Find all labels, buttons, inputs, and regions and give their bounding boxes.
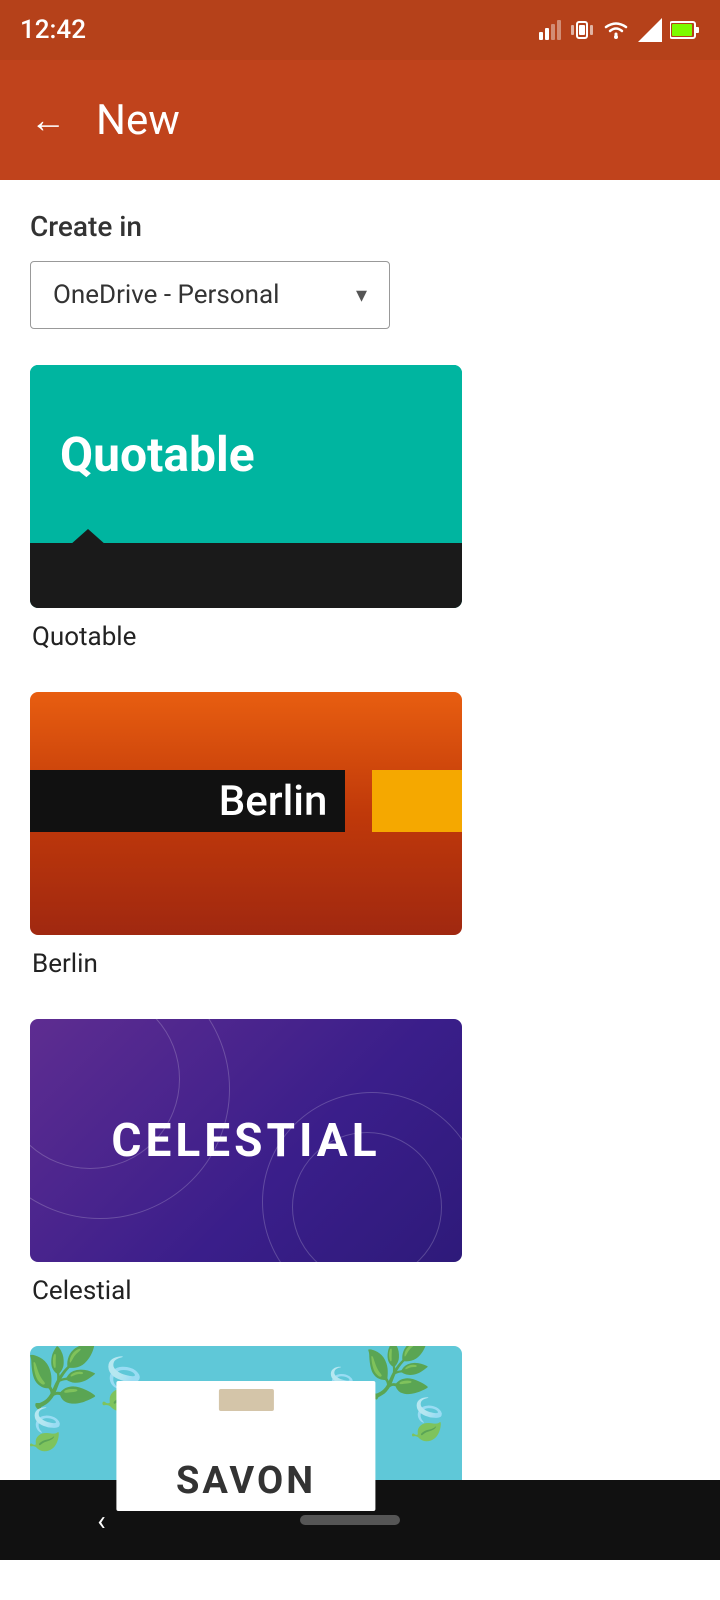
wifi-icon	[602, 18, 630, 42]
quotable-bottom	[30, 543, 462, 608]
signal-icon	[538, 18, 562, 42]
template-item-quotable[interactable]: Quotable Quotable	[30, 365, 690, 652]
berlin-template-text: Berlin	[201, 777, 346, 826]
template-label-celestial: Celestial	[30, 1276, 690, 1306]
berlin-card: Berlin	[30, 692, 462, 935]
create-in-label: Create in	[30, 210, 690, 243]
app-bar: ← New	[0, 60, 720, 180]
vibrate-icon	[570, 18, 594, 42]
content-area: Create in OneDrive - Personal ▾ Quotable…	[0, 180, 720, 1600]
status-icons	[538, 18, 700, 42]
template-label-berlin: Berlin	[30, 949, 690, 979]
battery-icon	[670, 18, 700, 42]
berlin-stripe: Berlin	[30, 770, 345, 832]
celestial-template-text: CELESTIAL	[111, 1114, 380, 1168]
quotable-card: Quotable	[30, 365, 462, 608]
dropdown-container: OneDrive - Personal ▾	[30, 261, 690, 329]
back-button[interactable]: ←	[30, 102, 66, 138]
location-dropdown[interactable]: OneDrive - Personal ▾	[30, 261, 390, 329]
quotable-template-text: Quotable	[60, 426, 255, 483]
status-bar: 12:42	[0, 0, 720, 60]
network-icon	[638, 18, 662, 42]
savon-ribbon	[219, 1389, 274, 1411]
nav-home-pill[interactable]	[300, 1515, 400, 1525]
dropdown-value: OneDrive - Personal	[53, 280, 279, 310]
quotable-notch	[70, 529, 106, 545]
template-item-celestial[interactable]: CELESTIAL Celestial	[30, 1019, 690, 1306]
savon-inner-card: SAVON	[116, 1381, 375, 1511]
berlin-orange-block	[372, 770, 462, 832]
celestial-card: CELESTIAL	[30, 1019, 462, 1262]
nav-back-button[interactable]: ‹	[97, 1504, 105, 1537]
template-label-quotable: Quotable	[30, 622, 690, 652]
page-title: New	[96, 96, 180, 145]
template-list: Quotable Quotable Berlin Berlin	[30, 365, 690, 1600]
savon-template-text: SAVON	[176, 1459, 316, 1503]
chevron-down-icon: ▾	[356, 283, 367, 308]
status-time: 12:42	[20, 15, 86, 45]
template-item-berlin[interactable]: Berlin Berlin	[30, 692, 690, 979]
quotable-top: Quotable	[30, 365, 462, 543]
